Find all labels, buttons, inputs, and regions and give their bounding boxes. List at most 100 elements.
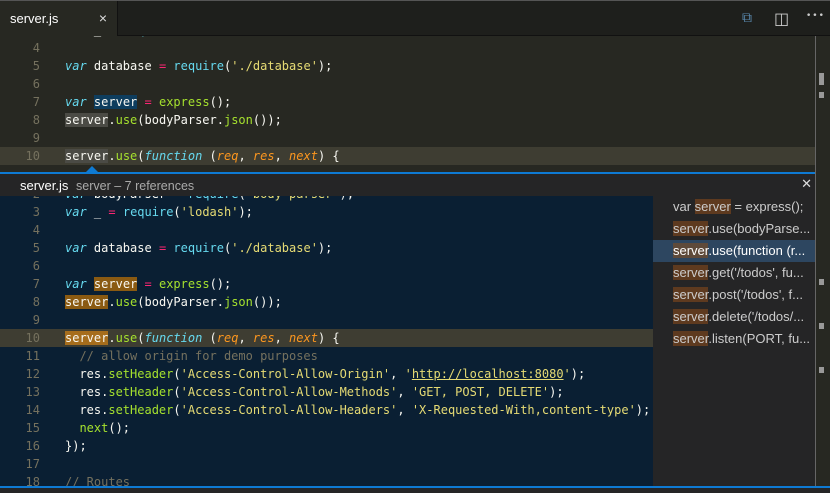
line-number: 11 <box>25 349 40 363</box>
code-line[interactable]: 8 server.use(bodyParser.json()); <box>0 293 653 311</box>
code-token: (); <box>108 421 131 435</box>
reference-item[interactable]: server.post('/todos', f... <box>653 284 815 306</box>
code-line[interactable]: 5 var database = require('./database'); <box>0 57 815 75</box>
code-token: ()); <box>252 295 282 309</box>
reference-match: server <box>673 309 709 324</box>
code-token: res <box>252 149 275 163</box>
code-token: = <box>144 277 152 291</box>
code-line[interactable]: 2 var bodyParser = require('body-parser')… <box>0 196 653 203</box>
code-token: = <box>108 205 116 219</box>
line-number: 7 <box>32 277 40 291</box>
code-token: ); <box>317 59 333 73</box>
reference-match: server <box>673 287 709 302</box>
code-token: ); <box>238 36 252 37</box>
code-token: next <box>79 421 109 435</box>
code-text: // Routes <box>65 473 130 486</box>
code-line[interactable]: 4 <box>0 39 815 57</box>
code-text: }); <box>65 437 87 455</box>
code-line[interactable]: 6 <box>0 75 815 93</box>
editor[interactable]: 3var _ = require('lodash');45var databas… <box>0 36 830 172</box>
code-line[interactable]: 16}); <box>0 437 653 455</box>
code-token: http://localhost:8080 <box>411 367 564 381</box>
code-line[interactable]: 9 <box>0 129 815 147</box>
code-line[interactable]: 18 // Routes <box>0 473 653 486</box>
code-token: 'lodash' <box>180 205 239 219</box>
code-token: ); <box>549 385 564 399</box>
code-token: 'body-parser' <box>246 196 340 201</box>
code-line[interactable]: 9 <box>0 311 653 329</box>
line-number: 5 <box>32 241 40 255</box>
code-token: server <box>93 277 138 291</box>
scroll-marker <box>819 73 824 85</box>
reference-item[interactable]: var server = express(); <box>653 196 815 218</box>
code-line[interactable]: 14 res.setHeader('Access-Control-Allow-H… <box>0 401 653 419</box>
reference-item[interactable]: server.use(bodyParse... <box>653 218 815 240</box>
code-line[interactable]: 11 // allow origin for demo purposes <box>0 347 653 365</box>
code-text: var database = require('./database'); <box>65 57 332 75</box>
line-number: 13 <box>25 385 40 399</box>
code-line[interactable]: 15 next(); <box>0 419 653 437</box>
code-token: server <box>65 149 109 163</box>
code-token: use <box>115 113 138 127</box>
code-token: _ <box>86 205 109 219</box>
code-token: ); <box>317 241 333 255</box>
reference-text: .get('/todos', fu... <box>708 265 804 280</box>
peek-editor[interactable]: 2var bodyParser = require('body-parser')… <box>0 196 653 486</box>
scroll-marker <box>819 367 824 373</box>
tab-bar: server.js × ⧉ ◫ ••• <box>0 0 830 36</box>
reference-item[interactable]: server.use(function (r... <box>653 240 815 262</box>
code-line[interactable]: 4 <box>0 221 653 239</box>
code-token: ) { <box>317 149 340 163</box>
editor-scrollbar[interactable] <box>815 36 830 486</box>
open-changes-icon[interactable]: ⧉ <box>742 10 752 26</box>
code-line[interactable]: 12 res.setHeader('Access-Control-Allow-O… <box>0 365 653 383</box>
code-token: json <box>223 295 253 309</box>
code-token: 'lodash' <box>181 36 239 37</box>
code-line[interactable]: 10 server.use(function (req, res, next) { <box>0 329 653 347</box>
line-number: 9 <box>32 313 40 327</box>
code-token: , <box>274 149 290 163</box>
code-token: , <box>397 403 412 417</box>
reference-item[interactable]: server.delete('/todos/... <box>653 306 815 328</box>
code-token: (); <box>209 277 232 291</box>
code-token: require <box>122 205 174 219</box>
reference-match: server <box>673 221 709 236</box>
code-token: next <box>289 331 318 345</box>
references-list[interactable]: var server = express(); server.use(bodyPa… <box>653 196 815 486</box>
reference-item[interactable]: server.get('/todos', fu... <box>653 262 815 284</box>
reference-item[interactable]: server.listen(PORT, fu... <box>653 328 815 350</box>
more-actions-icon[interactable]: ••• <box>806 11 825 21</box>
reference-text: .use(function (r... <box>708 243 806 258</box>
close-peek-icon[interactable]: ✕ <box>801 177 812 192</box>
code-token: ' <box>563 367 571 381</box>
code-token: res <box>252 331 275 345</box>
code-token: require <box>188 196 239 201</box>
code-line[interactable]: 7 var server = express(); <box>0 93 815 111</box>
code-line[interactable]: 8 server.use(bodyParser.json()); <box>0 111 815 129</box>
code-line[interactable]: 6 <box>0 257 653 275</box>
code-text: var _ = require('lodash'); <box>65 203 253 221</box>
code-token: server <box>93 95 138 109</box>
code-line[interactable]: 13 res.setHeader('Access-Control-Allow-M… <box>0 383 653 401</box>
code-token: ); <box>340 196 354 201</box>
peek-file-name[interactable]: server.js <box>20 178 68 193</box>
code-token: express <box>158 277 210 291</box>
close-tab-icon[interactable]: × <box>99 10 107 26</box>
tab-server-js[interactable]: server.js × <box>0 1 118 36</box>
line-number: 6 <box>32 259 40 273</box>
code-line[interactable]: 10 server.use(function (req, res, next) { <box>0 147 815 165</box>
code-token: (); <box>209 95 232 109</box>
code-line[interactable]: 7 var server = express(); <box>0 275 653 293</box>
code-text: var database = require('./database'); <box>65 239 332 257</box>
code-line[interactable]: 17 <box>0 455 653 473</box>
code-token: req <box>216 331 239 345</box>
reference-text: .use(bodyParse... <box>708 221 811 236</box>
line-number: 17 <box>25 457 40 471</box>
line-number: 16 <box>25 439 40 453</box>
code-line[interactable]: 3 var _ = require('lodash'); <box>0 203 653 221</box>
code-line[interactable]: 5 var database = require('./database'); <box>0 239 653 257</box>
code-token: = <box>144 95 152 109</box>
split-editor-icon[interactable]: ◫ <box>774 9 789 28</box>
code-token: use <box>115 331 138 345</box>
